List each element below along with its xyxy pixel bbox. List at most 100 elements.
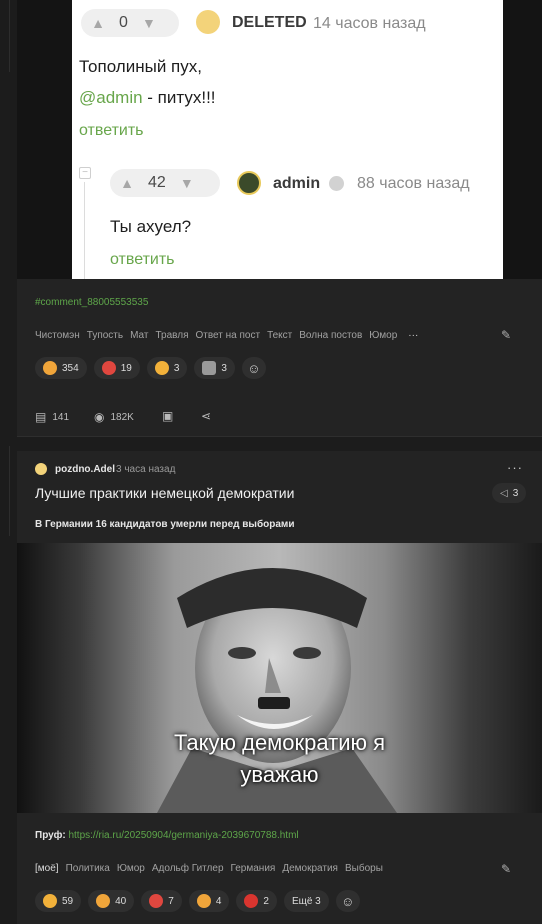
comment-author: admin (273, 175, 321, 192)
tag[interactable]: Юмор (117, 863, 145, 874)
moderator-badge-icon (329, 176, 344, 191)
thinking-emoji-icon (43, 894, 57, 908)
tag[interactable]: Политика (66, 863, 110, 874)
views-count: 182K (110, 411, 134, 423)
downvote-icon: ▼ (179, 175, 194, 191)
gutter-divider (0, 0, 10, 72)
deleted-avatar-icon (196, 10, 220, 34)
comment-text-line: Тополиный пух, (79, 57, 202, 76)
thinking-emoji-icon (154, 361, 169, 375)
sad-emoji-icon (196, 894, 211, 908)
tag[interactable]: Текст (267, 330, 292, 341)
angry-emoji-icon (244, 894, 259, 908)
edit-tags-icon[interactable]: ✎ (501, 328, 511, 342)
reaction-pill[interactable]: 40 (88, 890, 135, 912)
comment-anchor-link[interactable]: #comment_88005553535 (35, 297, 148, 308)
reaction-count: 2 (263, 895, 269, 907)
comment-score: 42 (148, 174, 166, 191)
devil-emoji-icon (149, 894, 164, 908)
eye-icon: ◉ (94, 410, 105, 424)
admin-avatar (237, 171, 261, 195)
image-caption-line: уважаю (240, 762, 319, 787)
reaction-count: 354 (62, 362, 79, 374)
comment-screenshot-content: ▲ 0 ▼ DELETED 14 часов назад Тополиный п… (72, 0, 503, 279)
comments-count: 141 (52, 411, 70, 423)
reply-link: ответить (79, 122, 144, 139)
collapse-thread-icon: − (79, 167, 91, 179)
post-subtitle: В Германии 16 кандидатов умерли перед вы… (35, 519, 295, 530)
vote-control: ▲ 42 ▼ (110, 169, 220, 197)
comment-text-rest: - питух!!! (142, 88, 216, 107)
share-icon: ⋖ (201, 409, 212, 423)
reaction-count: 40 (115, 895, 127, 907)
reaction-count: 3 (221, 362, 227, 374)
comment-score: 0 (119, 14, 128, 31)
reaction-count: 19 (120, 362, 132, 374)
thread-line (84, 182, 85, 279)
upvote-icon: ▲ (120, 175, 134, 191)
proof-link[interactable]: https://ria.ru/20250904/germaniya-203967… (68, 830, 298, 841)
views-counter: ◉ 182K (94, 410, 134, 424)
add-reaction-button[interactable]: ☺ (241, 357, 266, 379)
tag[interactable]: Юмор (369, 330, 397, 341)
post-title[interactable]: Лучшие практики немецкой демократии (35, 485, 294, 501)
post-author[interactable]: pozdno.Adel (55, 464, 115, 475)
tag[interactable]: Мат (130, 330, 148, 341)
reaction-pill[interactable]: 59 (35, 890, 82, 912)
comment-icon: ▤ (35, 410, 47, 424)
tag[interactable]: Адольф Гитлер (152, 863, 224, 874)
reaction-pill[interactable]: 4 (188, 890, 230, 912)
more-tags-button[interactable]: ··· (408, 330, 418, 341)
tag-list: [моё] Политика Юмор Адольф Гитлер Герман… (35, 863, 383, 874)
reactions-row: 354 19 3 3 ☺ (35, 357, 266, 379)
comments-counter[interactable]: ▤ 141 (35, 410, 69, 424)
post-image[interactable]: Такую демократию я уважаю (17, 543, 542, 813)
proof-label: Пруф: (35, 830, 66, 841)
tag[interactable]: Ответ на пост (196, 330, 261, 341)
comment-time: 88 часов назад (357, 175, 470, 192)
downvote-icon: ▼ (141, 15, 156, 31)
author-avatar[interactable] (35, 463, 47, 475)
gutter-divider (0, 446, 10, 536)
reaction-count: 3 (173, 362, 180, 374)
more-options-icon[interactable]: ··· (507, 460, 523, 475)
reaction-pill[interactable]: 19 (93, 357, 140, 379)
more-reactions-button[interactable]: Ещё 3 (283, 890, 329, 912)
tag[interactable]: Травля (155, 330, 188, 341)
tag[interactable]: [моё] (35, 863, 59, 874)
feed: ▲ 0 ▼ DELETED 14 часов назад Тополиный п… (0, 0, 542, 924)
reaction-pill[interactable]: 3 (146, 357, 188, 379)
post-divider (17, 436, 542, 437)
add-reaction-button[interactable]: ☺ (335, 890, 360, 912)
post-card: ▲ 0 ▼ DELETED 14 часов назад Тополиный п… (17, 0, 542, 436)
tag-list: Чистомэн Тупость Мат Травля Ответ на пос… (35, 330, 418, 341)
tag[interactable]: Чистомэн (35, 330, 80, 341)
moai-emoji-icon (202, 361, 217, 375)
boost-count: 3 (512, 487, 519, 499)
reactions-row: 59 40 7 4 2 Ещё 3 ☺ (35, 890, 360, 912)
comment-screenshot: ▲ 0 ▼ DELETED 14 часов назад Тополиный п… (17, 0, 542, 279)
share-button[interactable]: ⋖ (201, 409, 211, 423)
laughing-emoji-icon (96, 894, 111, 908)
reaction-pill[interactable]: 7 (141, 890, 182, 912)
tag[interactable]: Волна постов (299, 330, 362, 341)
edit-tags-icon[interactable]: ✎ (501, 862, 511, 876)
devil-emoji-icon (101, 361, 116, 375)
megaphone-icon: ◁ (500, 487, 508, 499)
comment-text-line: @admin - питух!!! (79, 88, 216, 108)
tag[interactable]: Демократия (282, 863, 338, 874)
add-emoji-icon: ☺ (247, 360, 261, 376)
post-time: 3 часа назад (116, 464, 176, 475)
tag[interactable]: Тупость (87, 330, 123, 341)
save-button[interactable]: ▣ (162, 409, 173, 423)
reaction-pill[interactable]: 2 (236, 890, 277, 912)
tag[interactable]: Выборы (345, 863, 383, 874)
tag[interactable]: Германия (231, 863, 276, 874)
reaction-pill[interactable]: 3 (194, 357, 235, 379)
reaction-pill[interactable]: 354 (35, 357, 87, 379)
reaction-count: 7 (168, 895, 174, 907)
boost-button[interactable]: ◁ 3 (492, 483, 527, 503)
laughing-emoji-icon (43, 361, 57, 375)
vote-control: ▲ 0 ▼ (81, 9, 179, 37)
reply-link: ответить (110, 251, 175, 268)
